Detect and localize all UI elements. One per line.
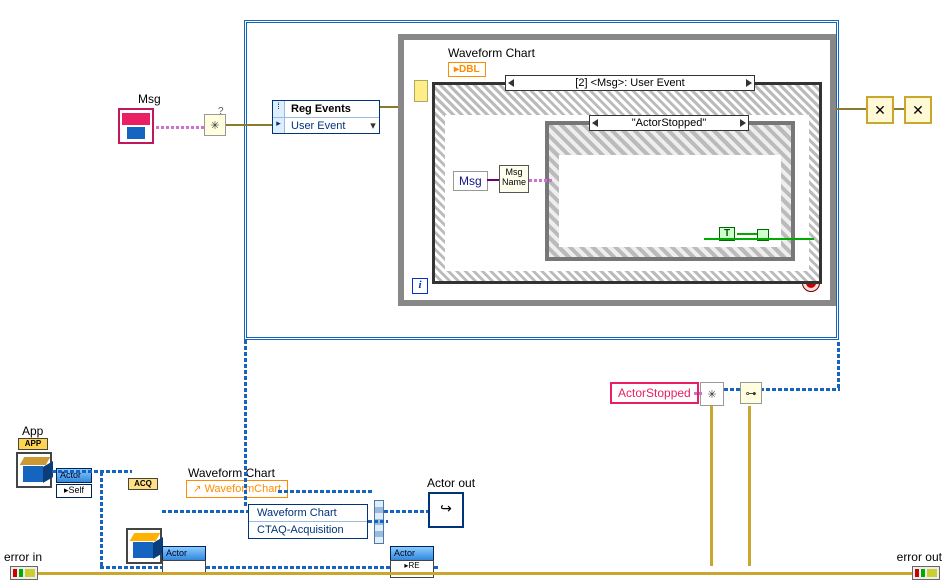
wire-stop: [704, 238, 814, 240]
dbl-indicator-icon[interactable]: ▸DBL: [448, 62, 486, 77]
wire-class-app: [52, 470, 132, 473]
helper-vi-icon[interactable]: ⊶: [740, 382, 762, 404]
wire-string-as: [694, 392, 702, 395]
register-events-node[interactable]: ⁞Reg Events ▸User Event▾: [272, 100, 380, 134]
wire-string: [529, 179, 553, 182]
dynamic-event-terminal-icon[interactable]: [414, 80, 428, 102]
actor-wire-box-1[interactable]: Actor: [162, 546, 206, 561]
wire-acq-to-prop: [162, 510, 248, 513]
drag-handle-icon: ▸: [273, 118, 285, 133]
wire-error-v: [710, 406, 713, 566]
wire-event-out: [836, 108, 866, 110]
self-property: ▸Self: [56, 484, 92, 498]
unregister-events-node[interactable]: ✕: [866, 96, 894, 124]
property-node[interactable]: Waveform Chart CTAQ-Acquisition: [248, 504, 368, 539]
wire-event-ref: [226, 124, 272, 126]
wire-error-v2: [748, 406, 751, 566]
property-row-acquisition[interactable]: CTAQ-Acquisition: [249, 522, 367, 538]
wire-top-down: [244, 470, 247, 506]
wire-bool: [737, 233, 757, 235]
actor-wire-box-2[interactable]: Actor: [390, 546, 434, 561]
case-selector[interactable]: "ActorStopped": [589, 115, 749, 131]
waveform-chart-link[interactable]: WaveformChart: [204, 483, 281, 495]
app-label: App: [22, 424, 43, 438]
wire-variant: [487, 179, 499, 181]
waveform-chart-ref-control[interactable]: ↗ WaveformChart: [186, 480, 288, 498]
arrow-icon: ↗: [193, 484, 201, 495]
reg-events-title: Reg Events: [285, 103, 379, 115]
context-help-icon: ?: [218, 106, 224, 117]
waveform-chart-label-mid: Waveform Chart: [188, 466, 275, 480]
wire-class-app-v: [100, 470, 103, 566]
user-event-row: User Event: [285, 120, 367, 132]
event-structure-body: "ActorStopped" T Msg Msg Name: [445, 115, 809, 271]
wire-launch-chain: [206, 566, 390, 569]
wire-class-vertical: [244, 340, 247, 470]
wire-class-to-launch: [100, 566, 162, 569]
dropdown-arrow-icon[interactable]: ▾: [367, 119, 379, 132]
acq-class-constant[interactable]: [126, 528, 162, 564]
error-in-label: error in: [4, 550, 42, 564]
launch-actor-vi-2[interactable]: ▸RE: [390, 560, 434, 578]
wire-event-reg: [380, 106, 400, 108]
actor-stopped-string-constant[interactable]: ActorStopped: [610, 382, 699, 404]
iteration-terminal: i: [412, 278, 428, 294]
property-row-waveform[interactable]: Waveform Chart: [249, 505, 367, 522]
create-user-event-icon[interactable]: ✳: [204, 114, 226, 136]
waveform-chart-label-top: Waveform Chart: [448, 46, 535, 60]
event-data-msg-terminal[interactable]: Msg: [453, 171, 488, 191]
drag-handle-icon: ⁞: [273, 101, 285, 117]
event-case-selector[interactable]: [2] <Msg>: User Event: [505, 75, 755, 91]
wire-class-vertical-right: [837, 340, 840, 388]
error-out-label: error out: [892, 550, 942, 564]
actor-out-vi-icon[interactable]: ↪: [428, 492, 464, 528]
error-wire-main: [38, 572, 912, 575]
case-structure-body: T: [559, 155, 781, 247]
app-class-constant[interactable]: [16, 452, 52, 488]
app-banner-icon: APP: [18, 438, 48, 450]
wire-bundle-to-actorout: [384, 510, 428, 513]
msg-label: Msg: [138, 92, 161, 106]
msg-name-property-node[interactable]: Msg Name: [499, 165, 529, 193]
destroy-user-event-node[interactable]: ✕: [904, 96, 932, 124]
wire-ref-to-prop: [278, 490, 374, 493]
send-msg-vi-icon[interactable]: ✳: [700, 382, 724, 406]
acq-banner-icon: ACQ: [128, 478, 158, 490]
wire-stub: [434, 566, 438, 569]
wire-prop-to-bundle: [368, 520, 388, 523]
case-structure: "ActorStopped" T: [545, 121, 795, 261]
while-loop: i Waveform Chart ▸DBL [2] <Msg>: User Ev…: [398, 34, 836, 306]
actor-out-label: Actor out: [427, 476, 475, 490]
error-in-terminal[interactable]: [10, 566, 38, 580]
error-out-terminal[interactable]: [912, 566, 940, 580]
msg-control-terminal[interactable]: [118, 108, 154, 144]
wire-event-out2: [894, 108, 904, 110]
wire-cluster: [156, 126, 204, 129]
event-structure: [2] <Msg>: User Event "ActorStopped" T M…: [432, 82, 822, 284]
